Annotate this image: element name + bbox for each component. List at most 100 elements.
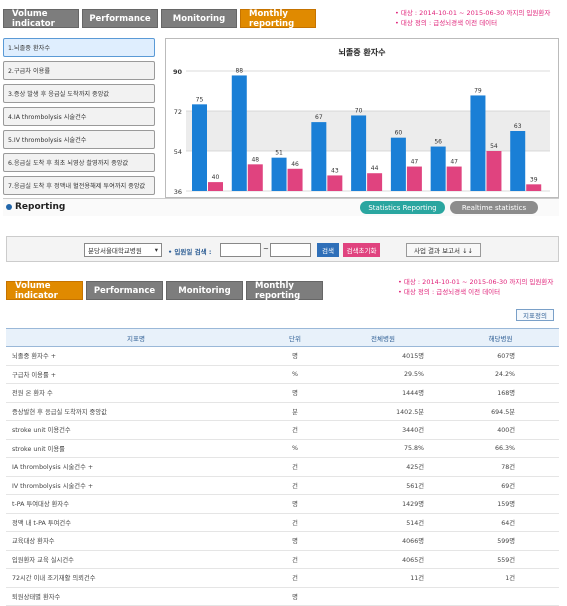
- row-indicator[interactable]: 72시간 이내 조기재활 의뢰건수: [6, 568, 266, 588]
- reporting-label: Reporting: [15, 202, 66, 212]
- table-row: 구급차 이용률 +% 29.5% 24.2%: [6, 365, 559, 384]
- chevron-down-icon: ▾: [154, 246, 158, 254]
- header-all-hospitals: 전체병원: [324, 328, 442, 347]
- row-indicator[interactable]: 전원 온 환자 수: [6, 383, 266, 403]
- menu-item-ambulance-rate[interactable]: 2.구급차 이용률: [3, 61, 155, 80]
- bar-value-label: 54: [490, 143, 498, 150]
- row-indicator[interactable]: IA thrombolysis 시술건수 +: [6, 457, 266, 477]
- filter-bar: 분당서울대학교병원 ▾ • 입원일 검색 : ~ 검색 검색초기화 사업 결과 …: [6, 236, 559, 262]
- row-indicator[interactable]: t-PA 투여대상 환자수: [6, 494, 266, 514]
- row-this-hospital: 78건: [442, 457, 559, 477]
- indicator-table: 지표명 단위 전체병원 해당병원 뇌졸중 환자수 + 명 4015명 607명 구급차 …: [6, 328, 559, 606]
- row-unit: 분: [266, 402, 324, 421]
- end-date-input[interactable]: [270, 243, 311, 257]
- note-target: • 대상 : 2014-10-01 ~ 2015-06-30 까지의 입원환자: [395, 9, 551, 17]
- bar-s1-3: [271, 157, 287, 191]
- bar-value-label: 67: [315, 114, 323, 121]
- row-indicator[interactable]: 교육대상 환자수: [6, 531, 266, 551]
- tab-monitoring-2[interactable]: Monitoring: [166, 281, 243, 300]
- row-this-hospital: 694.5분: [442, 402, 559, 421]
- report-download-button[interactable]: 사업 결과 보고서 ↓↓: [406, 243, 481, 257]
- statistics-reporting-button[interactable]: Statistics Reporting: [360, 201, 445, 214]
- row-indicator[interactable]: IV thrombolysis 시술건수 +: [6, 476, 266, 495]
- table-row: 72시간 이내 조기재활 의뢰건수 건 11건 1건: [6, 568, 559, 588]
- start-date-input[interactable]: [220, 243, 261, 257]
- table-row: IV thrombolysis 시술건수 + 건 561건 69건: [6, 476, 559, 495]
- bar-s2-4: [327, 175, 343, 191]
- bar-s2-6: [406, 166, 422, 191]
- bar-value-label: 40: [212, 174, 220, 181]
- menu-item-ia-thrombolysis[interactable]: 4.IA thrombolysis 시술건수: [3, 107, 155, 126]
- row-this-hospital: 607명: [442, 346, 559, 366]
- row-indicator[interactable]: stroke unit 이용률: [6, 439, 266, 458]
- row-all-hospitals: 425건: [324, 457, 442, 477]
- bar-value-label: 47: [411, 159, 419, 166]
- note-definition-2: • 대상 정의 : 급성뇌경색 이전 데이터: [398, 288, 501, 296]
- row-unit: %: [266, 365, 324, 384]
- bar-s2-7: [446, 166, 462, 191]
- bar-s1-7: [430, 146, 446, 191]
- hospital-select-value: 분당서울대학교병원: [88, 247, 142, 255]
- bar-s2-3: [287, 168, 303, 191]
- row-all-hospitals: 1402.5분: [324, 402, 442, 421]
- hospital-select[interactable]: 분당서울대학교병원 ▾: [84, 243, 162, 257]
- bar-chart: 뇌졸중 환자수 90 72 54 36 75 88 51 67 70 60 56 79 63 40 48 46 4…: [173, 47, 550, 196]
- row-unit: 건: [266, 513, 324, 532]
- row-indicator[interactable]: 구급차 이용률 +: [6, 365, 266, 384]
- table-row: 입원환자 교육 실시건수 건 4065건 559건: [6, 550, 559, 569]
- row-this-hospital: 599명: [442, 531, 559, 551]
- menu-item-onset-to-er[interactable]: 3.증상 발생 후 응급실 도착까지 중앙값: [3, 84, 155, 103]
- row-indicator[interactable]: 증상발현 후 응급실 도착까지 중앙값: [6, 402, 266, 421]
- row-all-hospitals: 4066명: [324, 531, 442, 551]
- bar-s2-1: [208, 182, 223, 191]
- row-unit: 건: [266, 420, 324, 440]
- bar-value-label: 46: [291, 161, 299, 168]
- row-this-hospital: 1건: [442, 568, 559, 588]
- table-row: t-PA 투여대상 환자수 명 1429명 159명: [6, 494, 559, 514]
- bar-value-label: 51: [275, 150, 283, 157]
- tab-monitoring[interactable]: Monitoring: [161, 9, 237, 28]
- search-button[interactable]: 검색: [317, 243, 339, 257]
- bar-s1-5: [351, 115, 367, 191]
- row-unit: %: [266, 439, 324, 458]
- row-all-hospitals: 3440건: [324, 420, 442, 440]
- realtime-statistics-button[interactable]: Realtime statistics: [450, 201, 538, 214]
- tab-monthly-reporting-2[interactable]: Monthly reporting: [246, 281, 323, 301]
- tab-performance[interactable]: Performance: [82, 9, 158, 28]
- row-this-hospital: 168명: [442, 383, 559, 403]
- bottom-tab-bar: Volume indicator Performance Monitoring …: [6, 281, 323, 301]
- y-tick-label: 90: [173, 68, 183, 76]
- note-target-2: • 대상 : 2014-10-01 ~ 2015-06-30 까지의 입원환자: [398, 278, 554, 286]
- table-row: stroke unit 이용률% 75.8% 66.3%: [6, 439, 559, 458]
- indicator-menu: 1.뇌졸중 환자수 2.구급차 이용률 3.증상 발생 후 응급실 도착까지 중…: [3, 38, 155, 196]
- date-search-label: • 입원일 검색 :: [168, 248, 212, 256]
- menu-item-stroke-patients[interactable]: 1.뇌졸중 환자수: [3, 38, 155, 57]
- row-indicator[interactable]: stroke unit 이용건수: [6, 420, 266, 440]
- row-indicator[interactable]: 정맥 내 t-PA 투여건수: [6, 513, 266, 532]
- indicator-definition-button[interactable]: 지표정의: [516, 309, 554, 321]
- bar-s1-2: [231, 75, 247, 191]
- row-all-hospitals: 514건: [324, 513, 442, 532]
- row-indicator[interactable]: 입원환자 교육 실시건수: [6, 550, 266, 569]
- menu-item-iv-thrombolysis[interactable]: 5.IV thrombolysis 시술건수: [3, 130, 155, 149]
- header-indicator: 지표명: [6, 328, 266, 347]
- tab-monthly-reporting[interactable]: Monthly reporting: [240, 9, 316, 29]
- row-this-hospital: 24.2%: [442, 365, 559, 384]
- y-tick-label: 36: [174, 188, 182, 196]
- bar-s1-8: [470, 95, 486, 191]
- menu-item-er-to-imaging[interactable]: 6.응급실 도착 후 최초 뇌영상 촬영까지 중앙값: [3, 153, 155, 172]
- date-range-dash: ~: [263, 245, 269, 253]
- bar-value-label: 56: [434, 139, 442, 146]
- reporting-bullet-icon: [6, 204, 12, 210]
- table-body: 뇌졸중 환자수 + 명 4015명 607명 구급차 이용률 +% 29.5% 24.2% 전…: [6, 346, 559, 606]
- tab-performance-2[interactable]: Performance: [86, 281, 163, 300]
- tab-volume-indicator[interactable]: Volume indicator: [3, 9, 79, 29]
- reset-search-button[interactable]: 검색초기화: [343, 243, 380, 257]
- menu-item-er-to-tpa[interactable]: 7.응급실 도착 후 정맥내 혈전용해제 투여까지 중앙값: [3, 176, 155, 195]
- row-all-hospitals: 29.5%: [324, 365, 442, 384]
- row-indicator[interactable]: 뇌졸중 환자수 +: [6, 346, 266, 366]
- row-all-hospitals: 561건: [324, 476, 442, 495]
- tab-volume-indicator-2[interactable]: Volume indicator: [6, 281, 83, 301]
- y-tick-label: 54: [174, 148, 182, 156]
- table-row: stroke unit 이용건수 건 3440건 400건: [6, 420, 559, 440]
